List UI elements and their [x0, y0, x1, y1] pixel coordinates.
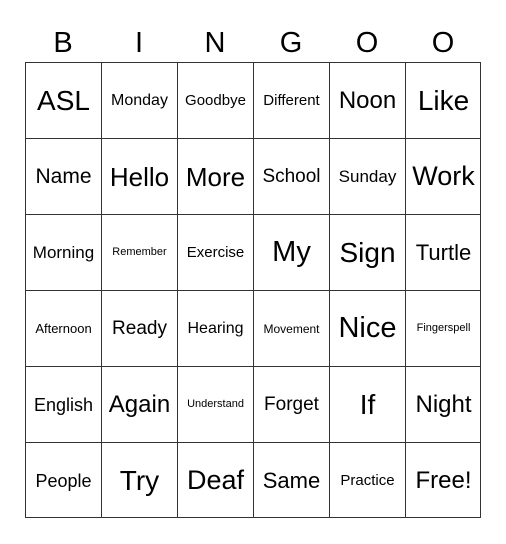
- bingo-cell[interactable]: Work: [405, 138, 481, 214]
- bingo-cell[interactable]: Goodbye: [177, 62, 253, 138]
- bingo-cell[interactable]: Practice: [329, 442, 405, 518]
- bingo-cell[interactable]: Forget: [253, 366, 329, 442]
- bingo-cell[interactable]: Hearing: [177, 290, 253, 366]
- header-letter: O: [355, 27, 379, 59]
- bingo-cell[interactable]: Afternoon: [25, 290, 101, 366]
- bingo-cell[interactable]: Again: [101, 366, 177, 442]
- free-space-cell[interactable]: Free!: [405, 442, 481, 518]
- bingo-cell[interactable]: Ready: [101, 290, 177, 366]
- bingo-cell[interactable]: Same: [253, 442, 329, 518]
- bingo-cell[interactable]: Try: [101, 442, 177, 518]
- bingo-cell[interactable]: Hello: [101, 138, 177, 214]
- bingo-cell[interactable]: Name: [25, 138, 101, 214]
- bingo-cell[interactable]: My: [253, 214, 329, 290]
- bingo-cell[interactable]: Monday: [101, 62, 177, 138]
- bingo-cell[interactable]: Different: [253, 62, 329, 138]
- bingo-cell[interactable]: Exercise: [177, 214, 253, 290]
- header-letter: B: [53, 27, 73, 59]
- header-letter: O: [431, 27, 455, 59]
- bingo-header: B I N G O O: [25, 24, 481, 62]
- header-letter: I: [134, 27, 144, 59]
- bingo-cell[interactable]: Sign: [329, 214, 405, 290]
- bingo-cell[interactable]: Fingerspell: [405, 290, 481, 366]
- bingo-cell[interactable]: Sunday: [329, 138, 405, 214]
- bingo-cell[interactable]: More: [177, 138, 253, 214]
- header-letter: G: [279, 27, 303, 59]
- bingo-cell[interactable]: Turtle: [405, 214, 481, 290]
- bingo-cell[interactable]: Movement: [253, 290, 329, 366]
- bingo-grid: ASL Monday Goodbye Different Noon Like N…: [25, 62, 481, 518]
- bingo-cell[interactable]: If: [329, 366, 405, 442]
- bingo-cell[interactable]: Like: [405, 62, 481, 138]
- bingo-cell[interactable]: ASL: [25, 62, 101, 138]
- bingo-cell[interactable]: Noon: [329, 62, 405, 138]
- bingo-cell[interactable]: Deaf: [177, 442, 253, 518]
- header-letter: N: [204, 27, 226, 59]
- bingo-cell[interactable]: Understand: [177, 366, 253, 442]
- bingo-cell[interactable]: Remember: [101, 214, 177, 290]
- bingo-cell[interactable]: English: [25, 366, 101, 442]
- bingo-cell[interactable]: Nice: [329, 290, 405, 366]
- bingo-cell[interactable]: People: [25, 442, 101, 518]
- bingo-cell[interactable]: School: [253, 138, 329, 214]
- bingo-cell[interactable]: Morning: [25, 214, 101, 290]
- bingo-cell[interactable]: Night: [405, 366, 481, 442]
